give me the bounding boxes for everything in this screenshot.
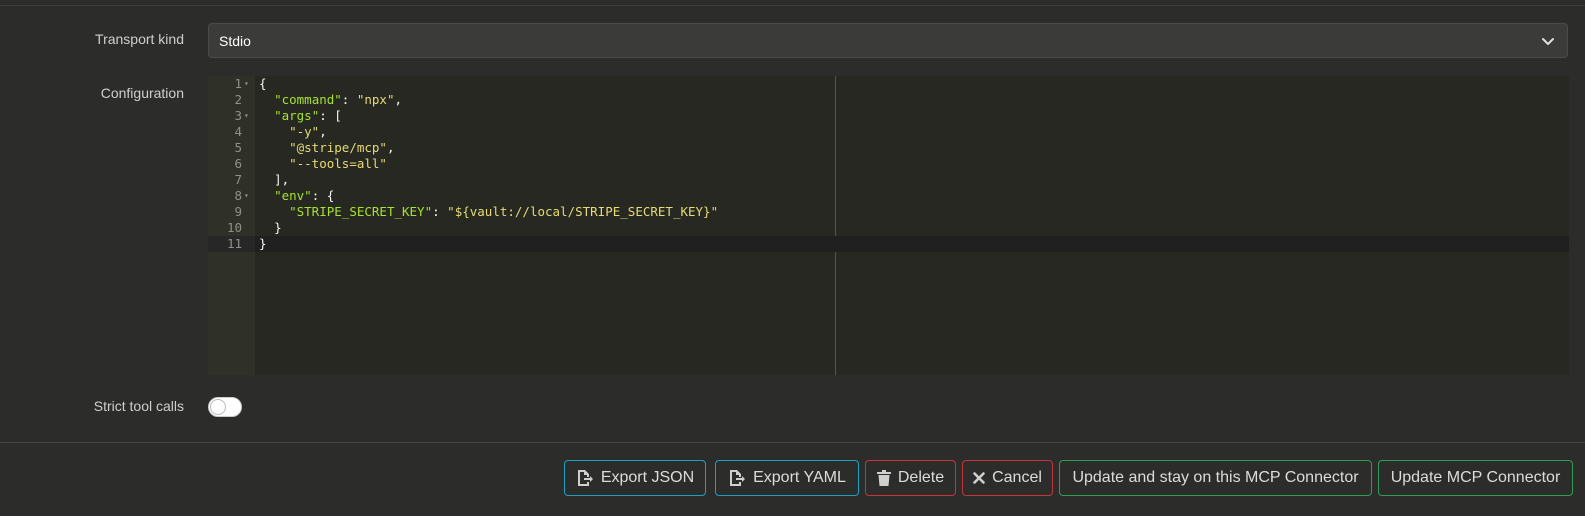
export-json-label: Export JSON [600,469,695,486]
code-line: 6 "--tools=all" [234,156,387,171]
transport-kind-value: Stdio [219,32,251,49]
close-icon [973,472,985,484]
code-line: 3 ▾ "args": [ [234,108,342,124]
fold-toggle-icon[interactable]: ▾ [244,188,249,204]
export-json-button[interactable]: Export JSON [564,460,706,496]
file-export-icon [576,469,594,487]
code-line: 4 "-y", [234,124,327,139]
code-line: 2 "command": "npx", [234,92,403,107]
actions-divider [0,442,1585,443]
delete-label: Delete [897,469,945,486]
top-divider [0,5,1585,6]
trash-icon [876,470,891,486]
code-line: 7 ], [234,172,290,187]
code-line: 11 } [226,236,267,251]
cancel-button[interactable]: Cancel [962,460,1053,496]
update-and-stay-button[interactable]: Update and stay on this MCP Connector [1059,460,1372,496]
code-line: 5 "@stripe/mcp", [234,140,395,155]
delete-button[interactable]: Delete [865,460,956,496]
update-label: Update MCP Connector [1390,469,1561,486]
toggle-knob [210,399,226,415]
transport-kind-label: Transport kind [95,31,184,47]
cancel-label: Cancel [992,469,1042,486]
chevron-down-icon [1541,34,1555,48]
code-line: 10 } [226,220,282,235]
configuration-code-editor[interactable]: 1 ▾ { 2 "command": "npx", 3 ▾ "args": [ 4 … [208,76,1569,375]
strict-tool-calls-label: Strict tool calls [93,398,184,414]
code-line: 8 ▾ "env": { [234,188,335,204]
strict-tool-calls-toggle[interactable] [208,397,242,417]
code-line: 1 ▾ { [234,76,267,92]
configuration-label: Configuration [100,85,184,101]
transport-kind-select[interactable]: Stdio [208,23,1568,58]
fold-toggle-icon[interactable]: ▾ [244,76,249,92]
code-line: 9 "STRIPE_SECRET_KEY": "${vault://local/… [234,204,719,219]
export-yaml-button[interactable]: Export YAML [715,460,859,496]
fold-toggle-icon[interactable]: ▾ [244,108,249,124]
update-button[interactable]: Update MCP Connector [1378,460,1573,496]
file-export-icon [728,469,746,487]
update-and-stay-label: Update and stay on this MCP Connector [1072,469,1359,486]
export-yaml-label: Export YAML [753,469,846,486]
